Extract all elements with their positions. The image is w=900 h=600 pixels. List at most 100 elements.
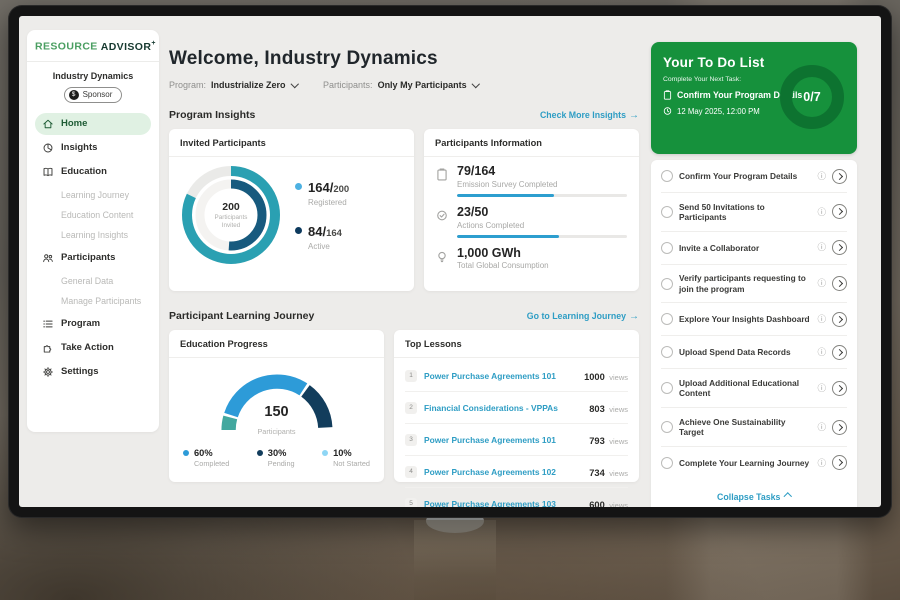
info-icon[interactable]: ⓘ bbox=[817, 423, 826, 432]
filters-row: Program: Industrialize Zero Participants… bbox=[169, 80, 639, 90]
chevron-right-button[interactable] bbox=[832, 240, 847, 255]
progress-bar bbox=[457, 194, 627, 197]
info-icon[interactable]: ⓘ bbox=[817, 172, 826, 181]
program-insights-header: Program Insights Check More Insights→ bbox=[169, 109, 639, 121]
monitor-frame: RESOURCEADVISOR+ Industry Dynamics $ Spo… bbox=[8, 5, 892, 518]
gauge-legend: 60%Completed 30%Pending 10%Not Started bbox=[179, 439, 374, 468]
sidebar-item-education[interactable]: Education bbox=[35, 161, 151, 183]
info-icon[interactable]: ⓘ bbox=[817, 243, 826, 252]
chevron-down-icon bbox=[471, 80, 479, 88]
legend-completed: 60%Completed bbox=[183, 448, 229, 468]
sponsor-badge[interactable]: $ Sponsor bbox=[64, 87, 123, 103]
sidebar-item-education-content[interactable]: Education Content bbox=[35, 205, 151, 225]
info-icon[interactable]: ⓘ bbox=[817, 208, 826, 217]
people-icon bbox=[42, 252, 54, 264]
sidebar-item-program[interactable]: Program bbox=[35, 313, 151, 335]
sidebar-item-home[interactable]: Home bbox=[35, 113, 151, 135]
arrow-right-icon: → bbox=[629, 311, 639, 322]
sidebar-item-manage-participants[interactable]: Manage Participants bbox=[35, 291, 151, 311]
sidebar-item-learning-journey[interactable]: Learning Journey bbox=[35, 185, 151, 205]
divider bbox=[27, 61, 159, 62]
task-checkbox[interactable] bbox=[661, 206, 673, 218]
task-row-send-invitations[interactable]: Send 50 Invitations to Participants ⓘ bbox=[661, 193, 847, 232]
logo-plus: + bbox=[151, 40, 156, 47]
arrow-right-icon: → bbox=[629, 110, 639, 121]
task-row-achieve-target[interactable]: Achieve One Sustainability Target ⓘ bbox=[661, 408, 847, 447]
section-title-program-insights: Program Insights bbox=[169, 109, 255, 121]
participants-dropdown[interactable]: Only My Participants bbox=[378, 80, 479, 90]
lesson-link[interactable]: Power Purchase Agreements 101 bbox=[424, 371, 577, 381]
gauge-center-label: 150 Participants bbox=[211, 404, 343, 439]
lesson-row: 3 Power Purchase Agreements 101 793 view… bbox=[405, 424, 628, 456]
page-title: Welcome, Industry Dynamics bbox=[169, 48, 639, 70]
task-checkbox[interactable] bbox=[661, 421, 673, 433]
info-icon[interactable]: ⓘ bbox=[817, 384, 826, 393]
task-checkbox[interactable] bbox=[661, 313, 673, 325]
clipboard-icon bbox=[663, 90, 672, 100]
chevron-right-button[interactable] bbox=[832, 420, 847, 435]
lesson-link[interactable]: Financial Considerations - VPPAs bbox=[424, 403, 582, 413]
home-icon bbox=[42, 118, 54, 130]
rank-badge: 3 bbox=[405, 434, 417, 446]
chevron-right-button[interactable] bbox=[832, 204, 847, 219]
task-row-upload-spend-data[interactable]: Upload Spend Data Records ⓘ bbox=[661, 336, 847, 369]
chevron-right-button[interactable] bbox=[832, 345, 847, 360]
task-checkbox[interactable] bbox=[661, 457, 673, 469]
task-row-complete-learning-journey[interactable]: Complete Your Learning Journey ⓘ bbox=[661, 447, 847, 479]
collapse-tasks-link[interactable]: Collapse Tasks bbox=[717, 492, 791, 502]
legend-dot bbox=[295, 227, 302, 234]
chevron-right-button[interactable] bbox=[832, 381, 847, 396]
task-row-verify-participants[interactable]: Verify participants requesting to join t… bbox=[661, 265, 847, 304]
stat-total-consumption: 1,000 GWh Total Global Consumption bbox=[436, 247, 627, 271]
sidebar-item-insights[interactable]: Insights bbox=[35, 137, 151, 159]
check-more-insights-link[interactable]: Check More Insights→ bbox=[540, 110, 639, 121]
invited-donut-chart: 200 Participants Invited bbox=[179, 163, 283, 267]
info-icon[interactable]: ⓘ bbox=[817, 459, 826, 468]
sidebar-item-settings[interactable]: Settings bbox=[35, 361, 151, 383]
go-to-learning-journey-link[interactable]: Go to Learning Journey→ bbox=[527, 311, 639, 322]
learning-cards-row: Education Progress 150 Participants bbox=[169, 330, 639, 482]
views-count: 1000 views bbox=[584, 367, 628, 385]
rank-badge: 4 bbox=[405, 466, 417, 478]
task-row-upload-educational-content[interactable]: Upload Additional Educational Content ⓘ bbox=[661, 369, 847, 408]
task-row-invite-collaborator[interactable]: Invite a Collaborator ⓘ bbox=[661, 232, 847, 265]
lesson-link[interactable]: Power Purchase Agreements 103 bbox=[424, 499, 582, 508]
todo-column: Your To Do List Complete Your Next Task:… bbox=[651, 42, 857, 507]
task-checkbox[interactable] bbox=[661, 170, 673, 182]
top-lessons-card: Top Lessons 1 Power Purchase Agreements … bbox=[394, 330, 639, 482]
sidebar-item-learning-insights[interactable]: Learning Insights bbox=[35, 225, 151, 245]
progress-bar bbox=[457, 235, 627, 238]
views-count: 600 views bbox=[589, 495, 628, 508]
invited-participants-card: Invited Participants bbox=[169, 129, 414, 291]
gear-icon bbox=[42, 366, 54, 378]
views-count: 734 views bbox=[589, 463, 628, 481]
sidebar-item-take-action[interactable]: Take Action bbox=[35, 337, 151, 359]
learning-journey-header: Participant Learning Journey Go to Learn… bbox=[169, 310, 639, 322]
legend-active: 84/164 Active bbox=[295, 223, 349, 251]
sponsor-icon: $ bbox=[69, 90, 79, 100]
info-icon[interactable]: ⓘ bbox=[817, 315, 826, 324]
chevron-right-button[interactable] bbox=[832, 455, 847, 470]
lesson-link[interactable]: Power Purchase Agreements 102 bbox=[424, 467, 582, 477]
task-checkbox[interactable] bbox=[661, 346, 673, 358]
card-title: Top Lessons bbox=[394, 330, 639, 358]
sidebar-item-general-data[interactable]: General Data bbox=[35, 271, 151, 291]
legend-dot bbox=[183, 450, 189, 456]
task-checkbox[interactable] bbox=[661, 242, 673, 254]
task-checkbox[interactable] bbox=[661, 382, 673, 394]
info-icon[interactable]: ⓘ bbox=[817, 348, 826, 357]
task-checkbox[interactable] bbox=[661, 278, 673, 290]
chevron-right-button[interactable] bbox=[832, 276, 847, 291]
lesson-link[interactable]: Power Purchase Agreements 101 bbox=[424, 435, 582, 445]
sidebar-item-participants[interactable]: Participants bbox=[35, 247, 151, 269]
chevron-right-button[interactable] bbox=[832, 169, 847, 184]
info-icon[interactable]: ⓘ bbox=[817, 279, 826, 288]
clock-icon bbox=[663, 106, 672, 116]
todo-progress-ring: 0/7 bbox=[780, 65, 844, 129]
task-row-explore-insights[interactable]: Explore Your Insights Dashboard ⓘ bbox=[661, 303, 847, 336]
task-row-confirm-program[interactable]: Confirm Your Program Details ⓘ bbox=[661, 160, 847, 193]
program-dropdown[interactable]: Industrialize Zero bbox=[211, 80, 297, 90]
legend-pending: 30%Pending bbox=[257, 448, 295, 468]
insights-cards-row: Invited Participants bbox=[169, 129, 639, 291]
chevron-right-button[interactable] bbox=[832, 312, 847, 327]
